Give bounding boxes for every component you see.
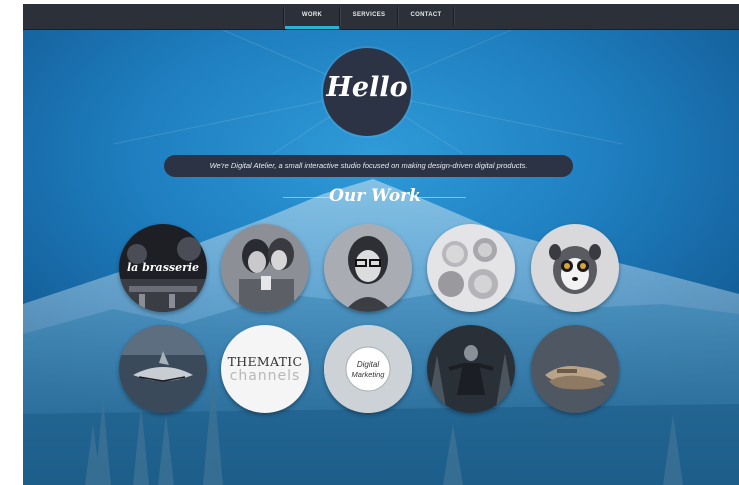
shoes-photo (531, 325, 619, 413)
portfolio-item-lemur[interactable] (531, 224, 619, 312)
our-work-heading: Our Work (329, 186, 421, 206)
nav-item-services[interactable]: SERVICES (341, 4, 397, 29)
hello-badge: Hello (323, 48, 411, 136)
nav-divider (453, 7, 455, 26)
heading-rule-left (283, 197, 333, 198)
thematic-logo-text: THEMATIC (227, 354, 303, 369)
nav-item-contact[interactable]: CONTACT (399, 4, 453, 29)
portfolio-item-two-women[interactable] (221, 224, 309, 312)
nav-item-work[interactable]: WORK (285, 4, 339, 29)
tagline-text: We're Digital Atelier, a small interacti… (209, 161, 528, 170)
heading-rule-right (416, 197, 466, 198)
lemur-photo (531, 224, 619, 312)
shark-photo (119, 325, 207, 413)
brasserie-logo-text: la brasserie (126, 261, 200, 274)
page: WORK SERVICES CONTACT Hello We're Digita… (23, 4, 739, 485)
woman-glasses-photo (324, 224, 412, 312)
portfolio-item-shark[interactable] (119, 325, 207, 413)
portfolio-item-woman-glasses[interactable] (324, 224, 412, 312)
digital-marketing-badge (324, 325, 412, 413)
digital-label: Digital (356, 360, 380, 369)
portfolio-item-digital-marketing[interactable]: Digital Marketing (324, 325, 412, 413)
channels-logo-text: channels (229, 368, 301, 384)
portfolio-item-forest-man[interactable] (427, 325, 515, 413)
portfolio-item-cupcakes[interactable] (427, 224, 515, 312)
tagline-banner: We're Digital Atelier, a small interacti… (164, 155, 573, 177)
top-navigation: WORK SERVICES CONTACT (23, 4, 739, 30)
forest-man-photo (427, 325, 515, 413)
marketing-label: Marketing (351, 370, 385, 379)
two-women-photo (221, 224, 309, 312)
portfolio-item-shoes[interactable] (531, 325, 619, 413)
hello-heading: Hello (326, 72, 408, 103)
portfolio-item-brasserie[interactable]: la brasserie (119, 224, 207, 312)
cupcakes-photo (427, 224, 515, 312)
portfolio-item-thematic-channels[interactable]: THEMATIC channels (221, 325, 309, 413)
